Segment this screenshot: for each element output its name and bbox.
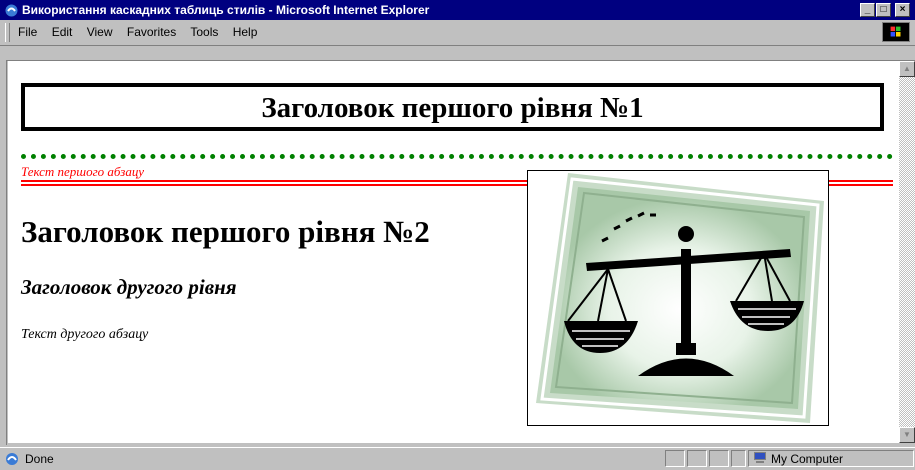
heading-1-boxed: Заголовок першого рівня №1 <box>21 83 884 131</box>
status-text: Done <box>25 452 54 466</box>
vertical-scrollbar[interactable]: ▲ ▼ <box>899 61 915 443</box>
security-zone[interactable]: My Computer <box>748 450 914 467</box>
scales-image <box>527 170 829 426</box>
heading-2: Заголовок другого рівня <box>21 275 237 299</box>
title-bar[interactable]: Використання каскадних таблиць стилів - … <box>0 0 915 20</box>
second-paragraph: Текст другого абзацу <box>21 327 149 342</box>
zone-label: My Computer <box>771 452 844 466</box>
page-content: Заголовок першого рівня №1 Текст першого… <box>8 61 899 443</box>
status-bar: Done My Computer <box>0 447 915 470</box>
ie-page-icon <box>6 453 18 465</box>
status-pane-1 <box>665 450 685 467</box>
windows-logo-icon <box>882 22 910 42</box>
toolbar-grip[interactable] <box>5 23 10 42</box>
computer-icon <box>754 452 766 463</box>
menu-file[interactable]: File <box>18 25 37 39</box>
menu-help[interactable]: Help <box>233 25 258 39</box>
scroll-up-button[interactable]: ▲ <box>899 61 915 77</box>
status-pane-3 <box>709 450 729 467</box>
status-pane-2 <box>687 450 707 467</box>
menu-favorites[interactable]: Favorites <box>127 25 176 39</box>
maximize-button[interactable]: □ <box>876 3 891 17</box>
ie-icon <box>5 4 18 17</box>
close-button[interactable]: × <box>895 3 910 17</box>
scroll-down-button[interactable]: ▼ <box>899 427 915 443</box>
minimize-button[interactable]: _ <box>860 3 875 17</box>
menu-view[interactable]: View <box>87 25 113 39</box>
scales-clipart <box>536 173 824 423</box>
window-title: Використання каскадних таблиць стилів - … <box>22 3 430 17</box>
heading-1-second: Заголовок першого рівня №2 <box>21 214 430 249</box>
menu-edit[interactable]: Edit <box>52 25 73 39</box>
menu-bar: File Edit View Favorites Tools Help <box>0 20 915 46</box>
status-pane-4 <box>731 450 746 467</box>
menu-tools[interactable]: Tools <box>190 25 218 39</box>
dotted-rule <box>21 154 893 159</box>
first-paragraph: Текст першого абзацу <box>21 164 144 179</box>
